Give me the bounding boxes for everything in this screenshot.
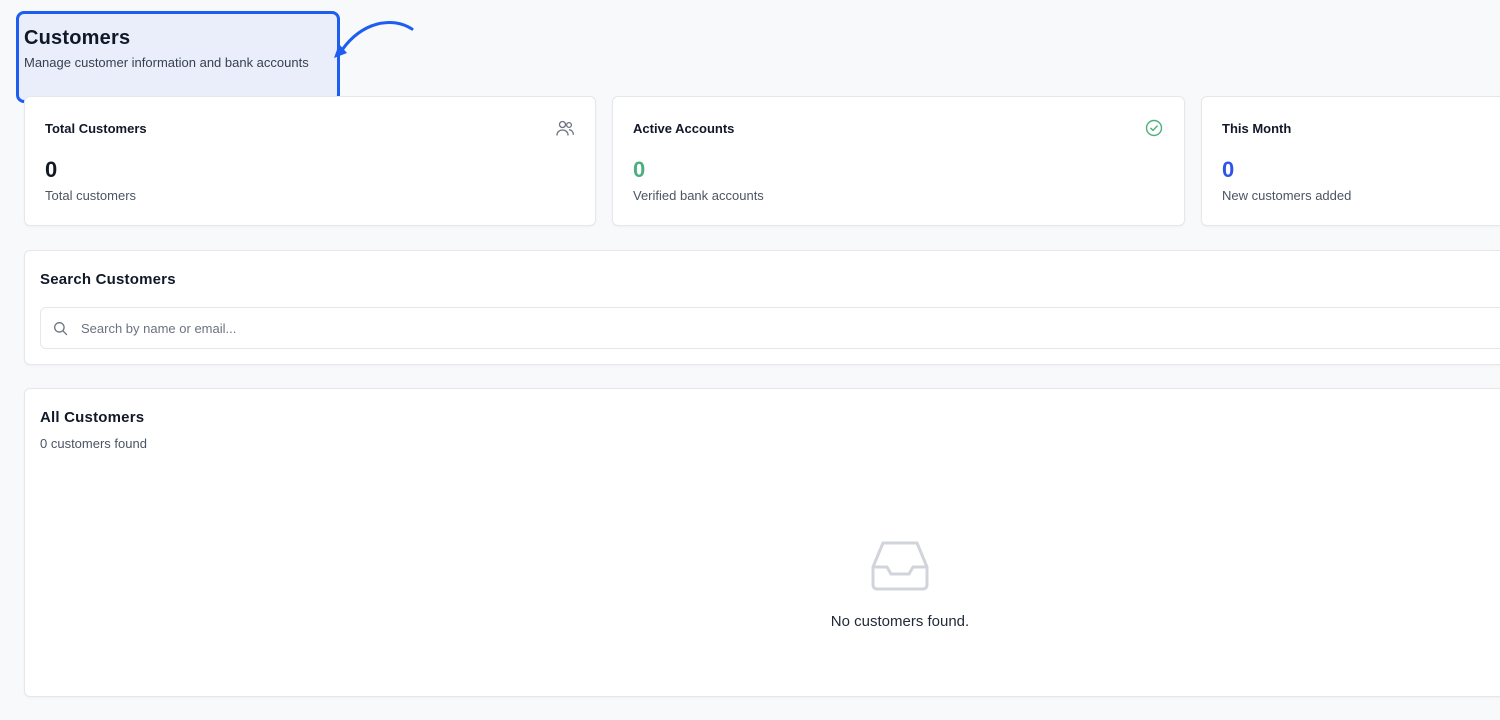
search-box[interactable]	[40, 307, 1500, 349]
customers-count: 0 customers found	[40, 436, 147, 451]
search-icon	[54, 322, 68, 336]
search-section-title: Search Customers	[40, 271, 176, 288]
inbox-icon	[871, 541, 929, 591]
search-customers-card: Search Customers	[24, 250, 1500, 365]
stat-title: Total Customers	[45, 121, 147, 136]
page-subtitle: Manage customer information and bank acc…	[24, 55, 309, 70]
stat-card-active-accounts: Active Accounts 0 Verified bank accounts	[612, 96, 1185, 226]
stat-description: Total customers	[45, 188, 137, 203]
annotation-arrow-icon	[334, 21, 414, 58]
stat-title: Active Accounts	[633, 121, 735, 136]
users-icon	[556, 120, 574, 136]
stat-description: Verified bank accounts	[633, 188, 764, 203]
page-title: Customers	[24, 27, 131, 49]
stat-title: This Month	[1222, 121, 1292, 136]
customers-section-title: All Customers	[40, 409, 145, 426]
customers-page: Customers Manage customer information an…	[0, 0, 1500, 720]
stat-card-total-customers: Total Customers 0 Total customers	[24, 96, 596, 226]
stat-value: 0	[45, 157, 58, 182]
check-circle-icon	[1145, 119, 1163, 137]
stat-card-this-month: This Month 0 New customers added	[1201, 96, 1500, 226]
empty-state-text: No customers found.	[830, 613, 970, 630]
stat-value: 0	[1222, 157, 1235, 182]
stat-value: 0	[633, 157, 646, 182]
search-input[interactable]	[81, 308, 1481, 348]
stat-description: New customers added	[1222, 188, 1352, 203]
all-customers-card: All Customers 0 customers found No custo…	[24, 388, 1500, 697]
